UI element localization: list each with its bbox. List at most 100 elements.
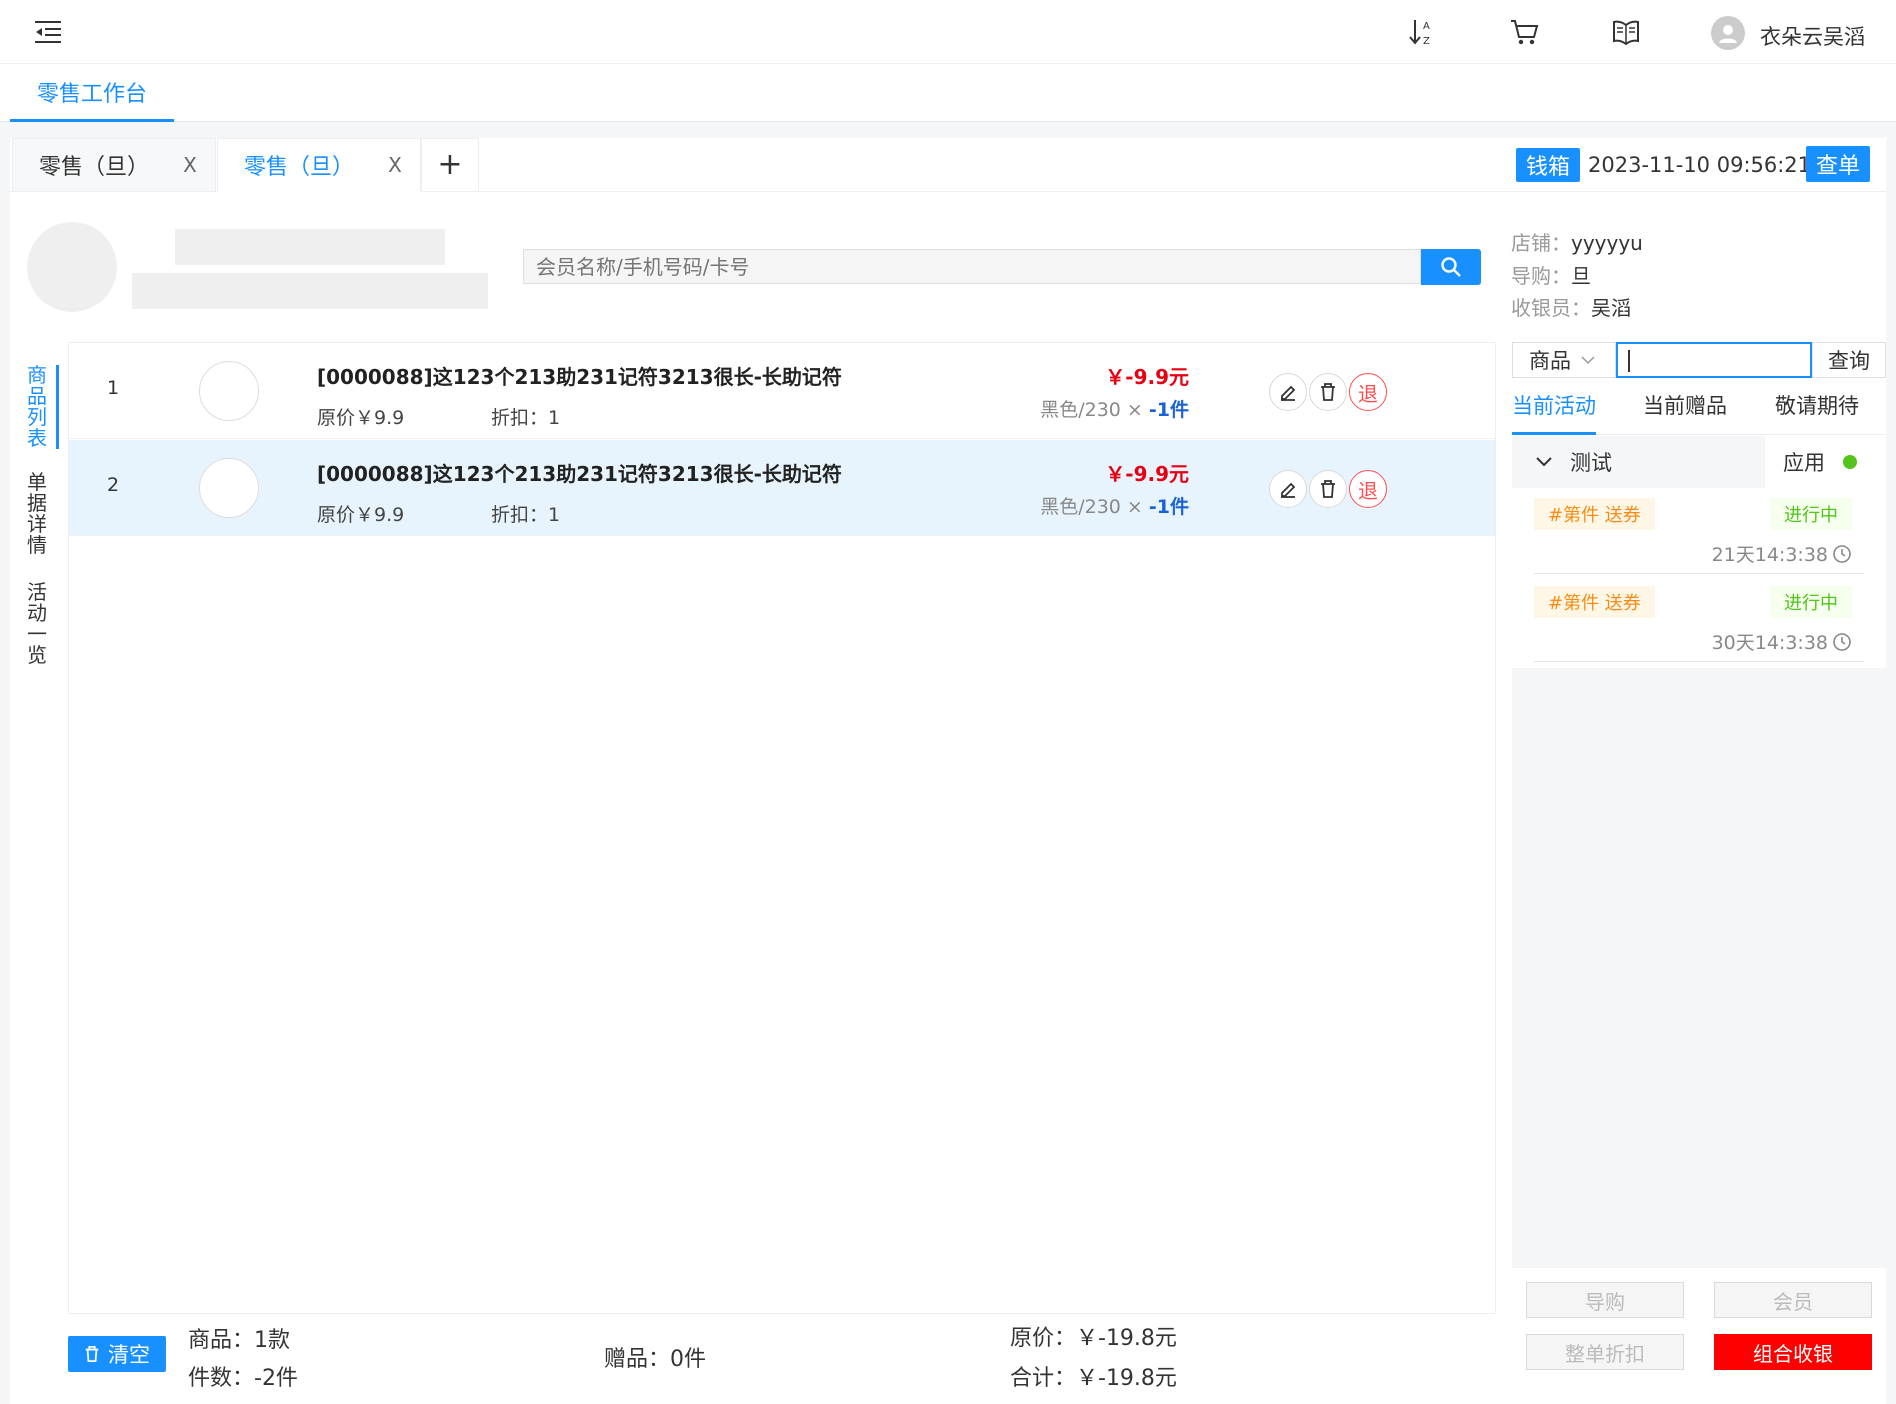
book-icon[interactable] <box>1608 14 1644 50</box>
query-button[interactable]: 查询 <box>1812 342 1886 378</box>
product-title: [0000088]这123个213助231记符3213很长-长助记符 <box>317 365 842 389</box>
activity-header[interactable]: 测试 <box>1512 436 1765 488</box>
table-row[interactable]: 2 [0000088]这123个213助231记符3213很长-长助记符 原价￥… <box>69 440 1495 536</box>
clock-icon <box>1833 632 1851 651</box>
add-tab-button[interactable]: + <box>421 138 479 192</box>
menu-fold-icon[interactable] <box>32 14 64 50</box>
edit-button[interactable] <box>1269 470 1307 508</box>
guide-label: 导购： <box>1511 264 1571 288</box>
cashbox-button[interactable]: 钱箱 <box>1516 148 1580 182</box>
item-price: ￥-9.9元 <box>1105 462 1189 486</box>
user-name[interactable]: 衣朵云吴滔 <box>1760 21 1865 51</box>
side-tab-indicator <box>56 365 59 449</box>
return-button[interactable]: 退 <box>1349 373 1387 411</box>
product-thumbnail <box>199 361 259 421</box>
user-avatar-icon[interactable] <box>1711 16 1745 50</box>
guide-button[interactable]: 导购 <box>1526 1282 1684 1318</box>
member-name-placeholder <box>175 229 445 265</box>
status-badge: 进行中 <box>1770 586 1852 618</box>
clock-icon <box>1833 544 1851 563</box>
search-button[interactable] <box>1421 249 1481 285</box>
tab-current-activity[interactable]: 当前活动 <box>1512 390 1596 420</box>
list-item[interactable]: #第件 送券 进行中 21天14:3:38 <box>1534 488 1864 574</box>
discount: 折扣：1 <box>491 504 561 526</box>
chevron-down-icon <box>1536 457 1552 467</box>
item-spec: 黑色/230 × -1件 <box>1040 395 1189 422</box>
tab-current-gifts[interactable]: 当前赠品 <box>1643 390 1727 420</box>
product-search-input[interactable] <box>1616 342 1812 378</box>
side-tab-goods-list[interactable]: 商品列表 <box>22 365 52 449</box>
status-dot <box>1843 455 1857 469</box>
edit-button[interactable] <box>1269 373 1307 411</box>
text-caret <box>1628 350 1630 372</box>
apply-label: 应用 <box>1783 451 1825 475</box>
query-order-button[interactable]: 查单 <box>1806 146 1870 182</box>
gift-count: 赠品：0件 <box>604 1347 706 1372</box>
spec-text: 黑色/230 × <box>1040 496 1143 518</box>
item-price: ￥-9.9元 <box>1105 365 1189 389</box>
spec-text: 黑色/230 × <box>1040 399 1143 421</box>
store-label: 店铺： <box>1511 231 1571 255</box>
trash-icon <box>1321 480 1335 498</box>
trash-icon <box>1321 383 1335 401</box>
original-price: 原价￥9.9 <box>317 504 405 526</box>
item-qty: -1件 <box>1148 496 1189 518</box>
cashier-value: 吴滔 <box>1591 296 1631 320</box>
side-tab-activity-overview[interactable]: 活动一览 <box>22 582 52 666</box>
doc-tab-label: 零售（旦） <box>39 155 150 180</box>
search-type-select[interactable]: 商品 <box>1512 342 1616 378</box>
activity-tag: #第件 送券 <box>1534 498 1655 530</box>
time-text: 21天14:3:38 <box>1711 544 1828 566</box>
cart-icon[interactable] <box>1506 14 1542 50</box>
activity-time: 30天14:3:38 <box>1712 628 1852 655</box>
activity-tag: #第件 送券 <box>1534 586 1655 618</box>
whole-discount-button[interactable]: 整单折扣 <box>1526 1334 1684 1370</box>
store-info: 店铺：yyyyyu <box>1511 227 1643 256</box>
piece-count: 件数：-2件 <box>188 1366 298 1391</box>
side-tab-order-detail[interactable]: 单据详情 <box>22 472 52 556</box>
product-thumbnail <box>199 458 259 518</box>
close-icon[interactable]: X <box>370 153 420 177</box>
clear-label: 清空 <box>108 1343 150 1367</box>
product-title: [0000088]这123个213助231记符3213很长-长助记符 <box>317 462 842 486</box>
original-total: 原价：￥-19.8元 <box>1010 1326 1177 1351</box>
member-button[interactable]: 会员 <box>1714 1282 1872 1318</box>
activity-name: 测试 <box>1570 451 1612 475</box>
item-qty: -1件 <box>1148 399 1189 421</box>
doc-tab-1[interactable]: 零售（旦） X <box>12 138 216 192</box>
return-button[interactable]: 退 <box>1349 470 1387 508</box>
original-price: 原价￥9.9 <box>317 407 405 429</box>
search-icon <box>1441 257 1461 277</box>
tab-indicator <box>1512 432 1596 435</box>
close-icon[interactable]: X <box>165 153 215 177</box>
activity-time: 21天14:3:38 <box>1712 540 1852 567</box>
member-search-input[interactable] <box>523 249 1421 284</box>
edit-icon <box>1281 385 1296 401</box>
delete-button[interactable] <box>1309 470 1347 508</box>
list-item[interactable]: #第件 送券 进行中 30天14:3:38 <box>1534 576 1864 662</box>
time-text: 30天14:3:38 <box>1711 632 1828 654</box>
store-value: yyyyyu <box>1571 231 1643 255</box>
apply-toggle[interactable]: 应用 <box>1765 436 1886 488</box>
select-value: 商品 <box>1529 349 1571 373</box>
current-datetime: 2023-11-10 09:56:21 <box>1588 153 1812 177</box>
grand-total: 合计：￥-19.8元 <box>1010 1366 1177 1391</box>
member-info-placeholder <box>132 273 488 309</box>
sort-az-icon[interactable]: AZ <box>1406 14 1438 50</box>
table-row[interactable]: 1 [0000088]这123个213助231记符3213很长-长助记符 原价￥… <box>69 343 1495 439</box>
tab-retail-workbench[interactable]: 零售工作台 <box>10 64 174 122</box>
chevron-down-icon <box>1581 356 1595 365</box>
svg-text:A: A <box>1423 21 1430 32</box>
product-list: 1 [0000088]这123个213助231记符3213很长-长助记符 原价￥… <box>68 342 1496 1314</box>
guide-info: 导购：旦 <box>1511 260 1591 289</box>
doc-tab-2[interactable]: 零售（旦） X <box>217 138 421 192</box>
trash-icon <box>85 1346 99 1362</box>
clear-button[interactable]: 清空 <box>68 1336 166 1372</box>
cashier-info: 收银员：吴滔 <box>1511 292 1631 321</box>
member-avatar <box>27 222 117 312</box>
delete-button[interactable] <box>1309 373 1347 411</box>
row-index: 1 <box>107 377 120 399</box>
guide-value: 旦 <box>1571 264 1591 288</box>
tab-coming-soon[interactable]: 敬请期待 <box>1775 390 1859 420</box>
combined-checkout-button[interactable]: 组合收银 <box>1714 1334 1872 1370</box>
